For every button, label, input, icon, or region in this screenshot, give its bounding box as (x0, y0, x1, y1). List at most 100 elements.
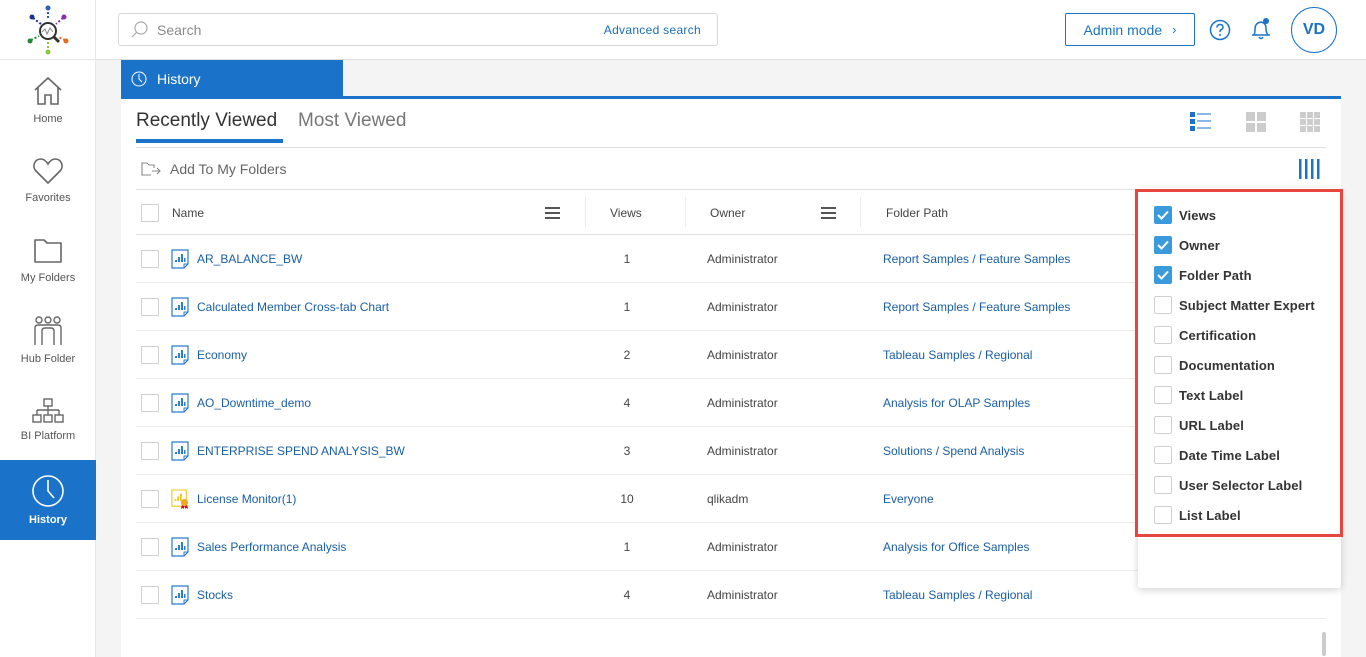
column-option-subject-matter-expert[interactable]: Subject Matter Expert (1154, 295, 1315, 315)
column-menu-icon[interactable] (545, 207, 560, 219)
report-name-link[interactable]: Sales Performance Analysis (197, 540, 346, 554)
report-name-link[interactable]: ENTERPRISE SPEND ANALYSIS_BW (197, 444, 405, 458)
row-checkbox[interactable] (141, 394, 159, 412)
add-to-my-folders-button[interactable]: Add To My Folders (141, 161, 286, 177)
report-name-link[interactable]: Calculated Member Cross-tab Chart (197, 300, 389, 314)
admin-mode-button[interactable]: Admin mode › (1065, 13, 1195, 46)
column-option-folder-path[interactable]: Folder Path (1154, 265, 1252, 285)
column-option-checkbox[interactable] (1154, 296, 1172, 314)
column-option-text-label[interactable]: Text Label (1154, 385, 1243, 405)
column-option-label: Certification (1179, 327, 1257, 343)
row-checkbox[interactable] (141, 250, 159, 268)
report-name-link[interactable]: Economy (197, 348, 247, 362)
column-option-checkbox[interactable] (1154, 326, 1172, 344)
owner-name: Administrator (707, 348, 778, 362)
sidebar-item-hub-folder[interactable]: Hub Folder (0, 300, 96, 380)
report-icon (171, 345, 189, 365)
column-option-checkbox[interactable] (1154, 206, 1172, 224)
column-option-views[interactable]: Views (1154, 205, 1216, 225)
section-tab-history[interactable]: History (121, 60, 343, 97)
column-option-list-label[interactable]: List Label (1154, 505, 1241, 525)
row-checkbox[interactable] (141, 346, 159, 364)
search-box: Advanced search (118, 13, 718, 46)
column-option-checkbox[interactable] (1154, 356, 1172, 374)
column-option-checkbox[interactable] (1154, 476, 1172, 494)
column-menu-icon[interactable] (821, 207, 836, 219)
folder-path-link[interactable]: Analysis for OLAP Samples (883, 396, 1030, 410)
list-view-icon[interactable] (1190, 111, 1212, 133)
sidebar-item-label: BI Platform (20, 430, 76, 442)
column-separator[interactable] (860, 197, 861, 227)
column-option-label: Text Label (1179, 387, 1244, 403)
folder-path-link[interactable]: Tableau Samples / Regional (883, 348, 1032, 362)
column-option-checkbox[interactable] (1154, 416, 1172, 434)
folder-path-link[interactable]: Analysis for Office Samples (883, 540, 1030, 554)
column-option-label: List Label (1179, 507, 1241, 523)
column-option-checkbox[interactable] (1154, 386, 1172, 404)
tab-most-viewed[interactable]: Most Viewed (298, 110, 406, 132)
column-option-certification[interactable]: Certification (1154, 325, 1256, 345)
column-header-views[interactable]: Views (610, 191, 642, 235)
column-option-user-selector-label[interactable]: User Selector Label (1154, 475, 1302, 495)
folder-path-link[interactable]: Tableau Samples / Regional (883, 588, 1032, 602)
help-icon[interactable] (1209, 19, 1231, 41)
folder-move-icon (141, 162, 161, 176)
folder-path-link[interactable]: Report Samples / Feature Samples (883, 252, 1070, 266)
owner-name: Administrator (707, 444, 778, 458)
row-checkbox[interactable] (141, 490, 159, 508)
row-checkbox[interactable] (141, 298, 159, 316)
report-name-link[interactable]: Stocks (197, 588, 233, 602)
column-option-checkbox[interactable] (1154, 266, 1172, 284)
avatar[interactable]: VD (1291, 7, 1337, 53)
row-checkbox[interactable] (141, 442, 159, 460)
select-all-checkbox[interactable] (141, 204, 159, 222)
report-name-link[interactable]: AO_Downtime_demo (197, 396, 311, 410)
report-name-link[interactable]: AR_BALANCE_BW (197, 252, 302, 266)
sidebar-item-home[interactable]: Home (0, 60, 96, 140)
column-header-folder-path[interactable]: Folder Path (886, 191, 948, 235)
sidebar-item-bi-platform[interactable]: BI Platform (0, 380, 96, 460)
column-option-checkbox[interactable] (1154, 446, 1172, 464)
folder-icon (34, 239, 62, 263)
chevron-right-icon: › (1172, 22, 1177, 37)
report-name-link[interactable]: License Monitor(1) (197, 492, 296, 506)
column-option-label: Date Time Label (1179, 447, 1280, 463)
sidebar-item-label: Home (33, 113, 63, 125)
sidebar-item-history[interactable]: History (0, 460, 96, 540)
advanced-search-link[interactable]: Advanced search (604, 23, 701, 37)
views-count: 10 (620, 492, 634, 506)
app-logo[interactable] (0, 0, 95, 60)
row-checkbox[interactable] (141, 538, 159, 556)
column-option-documentation[interactable]: Documentation (1154, 355, 1275, 375)
bell-icon[interactable] (1250, 17, 1272, 41)
column-header-name[interactable]: Name (172, 191, 204, 235)
sidebar-item-favorites[interactable]: Favorites (0, 140, 96, 220)
column-option-date-time-label[interactable]: Date Time Label (1154, 445, 1280, 465)
row-checkbox[interactable] (141, 586, 159, 604)
column-separator[interactable] (585, 197, 586, 227)
folder-path-link[interactable]: Report Samples / Feature Samples (883, 300, 1070, 314)
owner-name: Administrator (707, 396, 778, 410)
column-option-url-label[interactable]: URL Label (1154, 415, 1244, 435)
tab-recently-viewed[interactable]: Recently Viewed (136, 110, 277, 132)
vertical-scrollbar[interactable] (1322, 632, 1326, 656)
views-count: 4 (623, 588, 631, 602)
column-chooser-icon[interactable] (1298, 159, 1320, 179)
sidebar-item-label: My Folders (20, 272, 76, 284)
column-header-owner[interactable]: Owner (710, 191, 745, 235)
sidebar: Home Favorites My Folders Hub Folder BI … (0, 0, 96, 657)
active-tab-indicator (136, 139, 283, 143)
column-option-label: User Selector Label (1179, 477, 1303, 493)
small-grid-view-icon[interactable] (1299, 111, 1321, 133)
column-separator[interactable] (685, 197, 686, 227)
folder-path-link[interactable]: Solutions / Spend Analysis (883, 444, 1024, 458)
sidebar-item-my-folders[interactable]: My Folders (0, 220, 96, 300)
grid-view-icon[interactable] (1245, 111, 1267, 133)
sidebar-item-label: History (29, 514, 67, 526)
report-icon (171, 585, 189, 605)
folder-path-link[interactable]: Everyone (883, 492, 934, 506)
search-input[interactable] (157, 21, 604, 38)
column-option-owner[interactable]: Owner (1154, 235, 1220, 255)
column-option-checkbox[interactable] (1154, 506, 1172, 524)
column-option-checkbox[interactable] (1154, 236, 1172, 254)
